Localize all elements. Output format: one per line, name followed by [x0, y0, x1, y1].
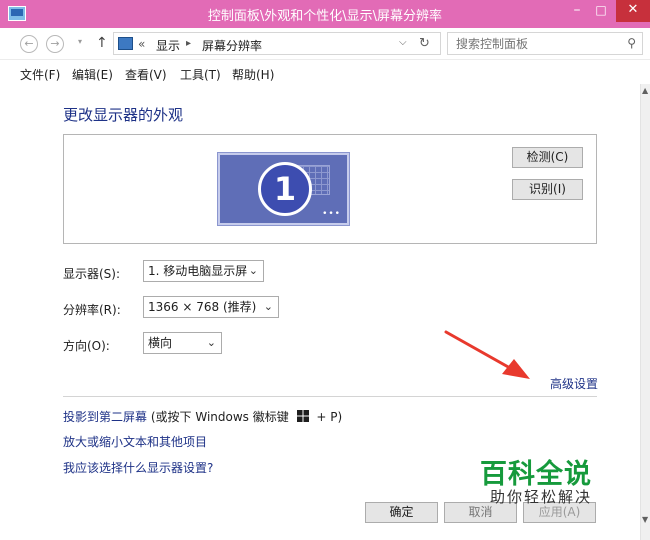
chevron-down-icon: ⌄ [248, 264, 258, 277]
orientation-label: 方向(O): [63, 339, 110, 353]
project-row: 投影到第二屏幕 (或按下 Windows 徽标键 + P) [63, 408, 342, 425]
title-bar: 控制面板\外观和个性化\显示\屏幕分辨率 – □ ✕ [0, 0, 650, 28]
resolution-select-value: 1366 × 768 (推荐) [148, 300, 257, 314]
close-button[interactable]: ✕ [616, 0, 650, 22]
monitor-dots-icon: ••• [322, 209, 341, 219]
orientation-select-value: 横向 [148, 336, 173, 350]
enlarge-text-link[interactable]: 放大或缩小文本和其他项目 [63, 433, 207, 450]
search-input[interactable] [456, 34, 616, 54]
address-bar[interactable]: « 显示 ▸ 屏幕分辨率 ⌵ ↻ [113, 32, 441, 55]
project-hint-suffix: + P) [316, 410, 343, 424]
menu-view[interactable]: 查看(V) [125, 66, 167, 83]
vertical-scrollbar[interactable]: ▲ ▼ [640, 84, 650, 540]
forward-button[interactable]: → [46, 35, 64, 53]
annotation-arrow-icon [444, 330, 530, 379]
breadcrumb-display[interactable]: 显示 [156, 37, 180, 54]
project-hint-text: (或按下 Windows 徽标键 [150, 410, 289, 424]
display-select-value: 1. 移动电脑显示屏 [148, 264, 248, 278]
project-second-screen-link[interactable]: 投影到第二屏幕 [63, 410, 147, 424]
breadcrumb-overflow-icon[interactable]: « [138, 37, 145, 51]
scroll-down-icon[interactable]: ▼ [642, 515, 648, 524]
maximize-button[interactable]: □ [590, 0, 612, 22]
recent-pages-icon[interactable]: ▾ [78, 37, 82, 46]
orientation-select[interactable]: 横向 ⌄ [143, 332, 222, 354]
address-row: ← → ▾ ↑ « 显示 ▸ 屏幕分辨率 ⌵ ↻ ⚲ [0, 28, 650, 60]
up-button[interactable]: ↑ [96, 35, 108, 51]
which-display-settings-link[interactable]: 我应该选择什么显示器设置? [63, 459, 213, 476]
breadcrumb-resolution[interactable]: 屏幕分辨率 [202, 37, 262, 54]
monitor-preview-panel: 1 ••• 检测(C) 识别(I) [63, 134, 597, 244]
display-select[interactable]: 1. 移动电脑显示屏 ⌄ [143, 260, 264, 282]
detect-button[interactable]: 检测(C) [512, 147, 583, 168]
divider [63, 396, 597, 397]
monitor-number: 1 [258, 162, 312, 216]
minimize-button[interactable]: – [566, 0, 588, 22]
ok-button[interactable]: 确定 [365, 502, 438, 523]
resolution-label: 分辨率(R): [63, 303, 121, 317]
menu-edit[interactable]: 编辑(E) [72, 66, 113, 83]
address-dropdown-icon[interactable]: ⌵ [399, 37, 407, 48]
chevron-down-icon: ⌄ [263, 300, 273, 313]
watermark-subtitle: 助你轻松解决 [490, 488, 593, 506]
display-icon [118, 37, 133, 50]
back-button[interactable]: ← [20, 35, 38, 53]
display-label: 显示器(S): [63, 267, 121, 281]
windows-logo-icon [296, 410, 309, 422]
menu-tools[interactable]: 工具(T) [180, 66, 221, 83]
search-icon[interactable]: ⚲ [627, 36, 636, 50]
monitor-1-tile[interactable]: 1 ••• [218, 153, 349, 225]
identify-button[interactable]: 识别(I) [512, 179, 583, 200]
menu-file[interactable]: 文件(F) [20, 66, 60, 83]
menu-help[interactable]: 帮助(H) [232, 66, 274, 83]
advanced-settings-link[interactable]: 高级设置 [550, 375, 598, 392]
breadcrumb-arrow-icon[interactable]: ▸ [186, 38, 191, 49]
window-title: 控制面板\外观和个性化\显示\屏幕分辨率 [207, 9, 443, 24]
page-title: 更改显示器的外观 [63, 106, 184, 124]
chevron-down-icon: ⌄ [206, 336, 216, 349]
resolution-select[interactable]: 1366 × 768 (推荐) ⌄ [143, 296, 279, 318]
refresh-icon[interactable]: ↻ [419, 36, 430, 51]
scroll-up-icon[interactable]: ▲ [642, 86, 648, 95]
search-box: ⚲ [447, 32, 643, 55]
menu-bar: 文件(F) 编辑(E) 查看(V) 工具(T) 帮助(H) [0, 60, 650, 84]
